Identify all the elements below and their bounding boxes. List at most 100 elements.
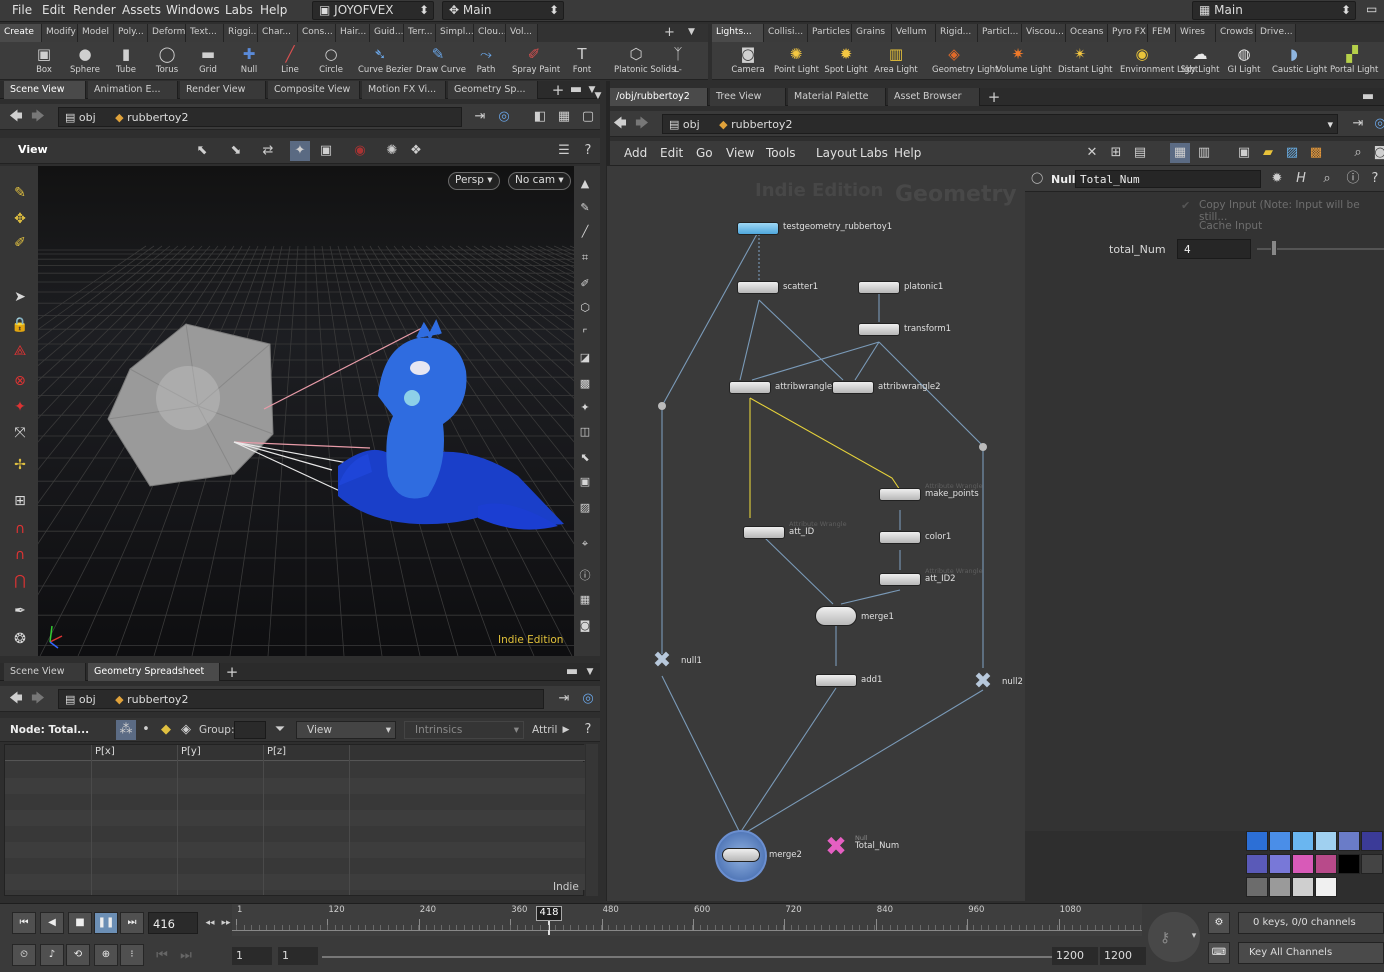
shelf-tool-volume-light[interactable]: ✷ Volume Light: [996, 42, 1052, 80]
shelf-tool-point-light[interactable]: ✺ Point Light: [774, 42, 819, 80]
pane-tab[interactable]: Render View: [180, 81, 266, 99]
shelf-tool-lsystem[interactable]: ᛉ L-: [656, 42, 700, 80]
brush-icon[interactable]: ✒: [6, 600, 34, 622]
shelf-tool-distant-light[interactable]: ✴ Distant Light: [1058, 42, 1113, 80]
range-icon[interactable]: ⁝: [120, 944, 144, 966]
magnet-snap-icon[interactable]: ∩: [6, 518, 34, 540]
pane-tab[interactable]: /obj/rubbertoy2: [610, 88, 708, 106]
pin-icon[interactable]: ⇥: [554, 689, 574, 709]
shelf-tool-environment-light[interactable]: ◉ Environment Light: [1120, 42, 1198, 80]
color-swatch[interactable]: [1292, 831, 1314, 851]
info-icon[interactable]: ⓘ: [576, 566, 594, 586]
display-options-icon[interactable]: ◧: [530, 107, 550, 127]
shelf-tab[interactable]: Create: [0, 24, 42, 42]
desktop-dropdown[interactable]: ✥ Main ⬍: [442, 1, 564, 20]
color-swatch[interactable]: [1338, 854, 1360, 874]
location-icon[interactable]: ⌖: [576, 534, 594, 554]
arrow-select-icon[interactable]: ➤: [6, 286, 34, 308]
menu-assets[interactable]: Assets: [122, 3, 161, 17]
color-swatch[interactable]: [1246, 877, 1268, 897]
shelf-tab[interactable]: Text...: [186, 24, 224, 42]
shelf-tab[interactable]: Collisi...: [764, 24, 808, 42]
select-move-icon[interactable]: ✥: [6, 208, 34, 230]
shelf-tool-gi-light[interactable]: ◍ GI Light: [1222, 42, 1266, 80]
path-obj[interactable]: obj: [683, 118, 700, 131]
link-icon[interactable]: ◎: [578, 689, 598, 709]
handle-icon[interactable]: ✎: [6, 182, 34, 204]
shelf-tool-platonic-solids[interactable]: ⬡ Platonic Solids: [614, 42, 676, 80]
flipbook-icon[interactable]: ✺: [382, 141, 402, 161]
pane-arrow-icon[interactable]: ▼: [684, 24, 704, 42]
pane-menu-icon[interactable]: ▬: [562, 662, 582, 682]
node-transform1[interactable]: [858, 323, 900, 336]
menu-labs[interactable]: Labs: [225, 3, 253, 17]
playback-start-field[interactable]: 1: [278, 947, 318, 965]
camera-settings-icon[interactable]: ▦: [554, 107, 574, 127]
right-desktop-dropdown[interactable]: ▦ Main ⬍: [1192, 1, 1356, 20]
key-all-icon[interactable]: ⌨: [1208, 942, 1230, 964]
node-color1[interactable]: [879, 531, 921, 544]
path-obj[interactable]: obj: [79, 111, 96, 124]
search-icon[interactable]: ⌕: [1317, 169, 1337, 189]
network-path-field[interactable]: ▤ obj ◆ rubbertoy2 ▾: [662, 114, 1338, 134]
node-add1[interactable]: [815, 674, 857, 687]
render-region-icon[interactable]: ❖: [406, 141, 426, 161]
lock-icon[interactable]: 🔒: [6, 314, 34, 336]
paint-icon[interactable]: ✐: [6, 232, 34, 254]
shelf-tool-draw-curve[interactable]: ✎ Draw Curve: [416, 42, 466, 80]
shelf-tab[interactable]: Pyro FX: [1108, 24, 1148, 42]
node-make-points[interactable]: [879, 488, 921, 501]
persp-menu[interactable]: Persp ▾: [448, 172, 500, 190]
color-swatch[interactable]: [1269, 854, 1291, 874]
current-frame-field[interactable]: 416: [148, 912, 198, 934]
shelf-tab[interactable]: Riggi...: [224, 24, 258, 42]
shelf-tool-font[interactable]: T Font: [560, 42, 604, 80]
network-menu-item[interactable]: Edit: [660, 146, 683, 160]
image-icon[interactable]: ▨: [576, 498, 594, 518]
menu-help[interactable]: Help: [260, 3, 287, 17]
color-swatch[interactable]: [1292, 877, 1314, 897]
help-icon[interactable]: ?: [578, 720, 598, 740]
detail-icon[interactable]: ◈: [176, 720, 196, 740]
playback-end-field[interactable]: 1200: [1052, 947, 1098, 965]
tools-icon[interactable]: ✕: [1082, 143, 1102, 163]
node-scatter1[interactable]: [737, 281, 779, 294]
view-mode-icon[interactable]: ✦: [290, 141, 310, 161]
node-att-id[interactable]: [743, 526, 785, 539]
shelf-tool-line[interactable]: ╱ Line: [268, 42, 312, 80]
attrib-label[interactable]: Attril: [532, 724, 557, 736]
filter-icon[interactable]: ⏷: [270, 720, 290, 740]
checker-icon[interactable]: ▩: [576, 374, 594, 394]
jump-end-icon[interactable]: ⏭: [120, 912, 144, 934]
shelf-tool-circle[interactable]: ○ Circle: [309, 42, 353, 80]
back-arrow-icon[interactable]: 🡄: [6, 107, 26, 127]
shelf-tab[interactable]: Deform: [148, 24, 186, 42]
color-swatch[interactable]: [1269, 831, 1291, 851]
shelf-tool-null[interactable]: ✚ Null: [227, 42, 271, 80]
peak-icon[interactable]: ⋂: [6, 570, 34, 592]
menu-file[interactable]: File: [12, 3, 32, 17]
shelf-tab[interactable]: Oceans: [1066, 24, 1108, 42]
shelf-tool-torus[interactable]: ◯ Torus: [145, 42, 189, 80]
total-num-slider-handle[interactable]: [1271, 240, 1277, 256]
network-menu-item[interactable]: Help: [894, 146, 921, 160]
shelf-tab[interactable]: Char...: [258, 24, 298, 42]
shelf-tab[interactable]: Particles: [808, 24, 852, 42]
column-header[interactable]: P[y]: [181, 746, 201, 757]
jump-start-icon[interactable]: ⏮: [12, 912, 36, 934]
path-obj[interactable]: obj: [79, 693, 96, 706]
shelf-tool-path[interactable]: ⤳ Path: [464, 42, 508, 80]
spreadsheet-path-field[interactable]: ▤ obj ◆ rubbertoy2: [58, 689, 544, 709]
network-menu-item[interactable]: Tools: [766, 146, 796, 160]
spreadsheet-grid[interactable]: P[x] P[y] P[z] Indie: [4, 744, 585, 896]
forward-arrow-icon[interactable]: 🡆: [28, 689, 48, 709]
shelf-tab[interactable]: Grains: [852, 24, 892, 42]
node-merge2-display-ring[interactable]: [715, 830, 767, 882]
color-swatch[interactable]: [1246, 831, 1268, 851]
path-rubbertoy[interactable]: rubbertoy2: [731, 118, 792, 131]
pane-tab[interactable]: Animation E...: [88, 81, 178, 99]
help-icon[interactable]: ?: [578, 141, 598, 161]
shelf-tab[interactable]: Vol...: [506, 24, 538, 42]
search-icon[interactable]: ⌕: [1348, 143, 1368, 163]
stop-icon[interactable]: ■: [68, 912, 92, 934]
